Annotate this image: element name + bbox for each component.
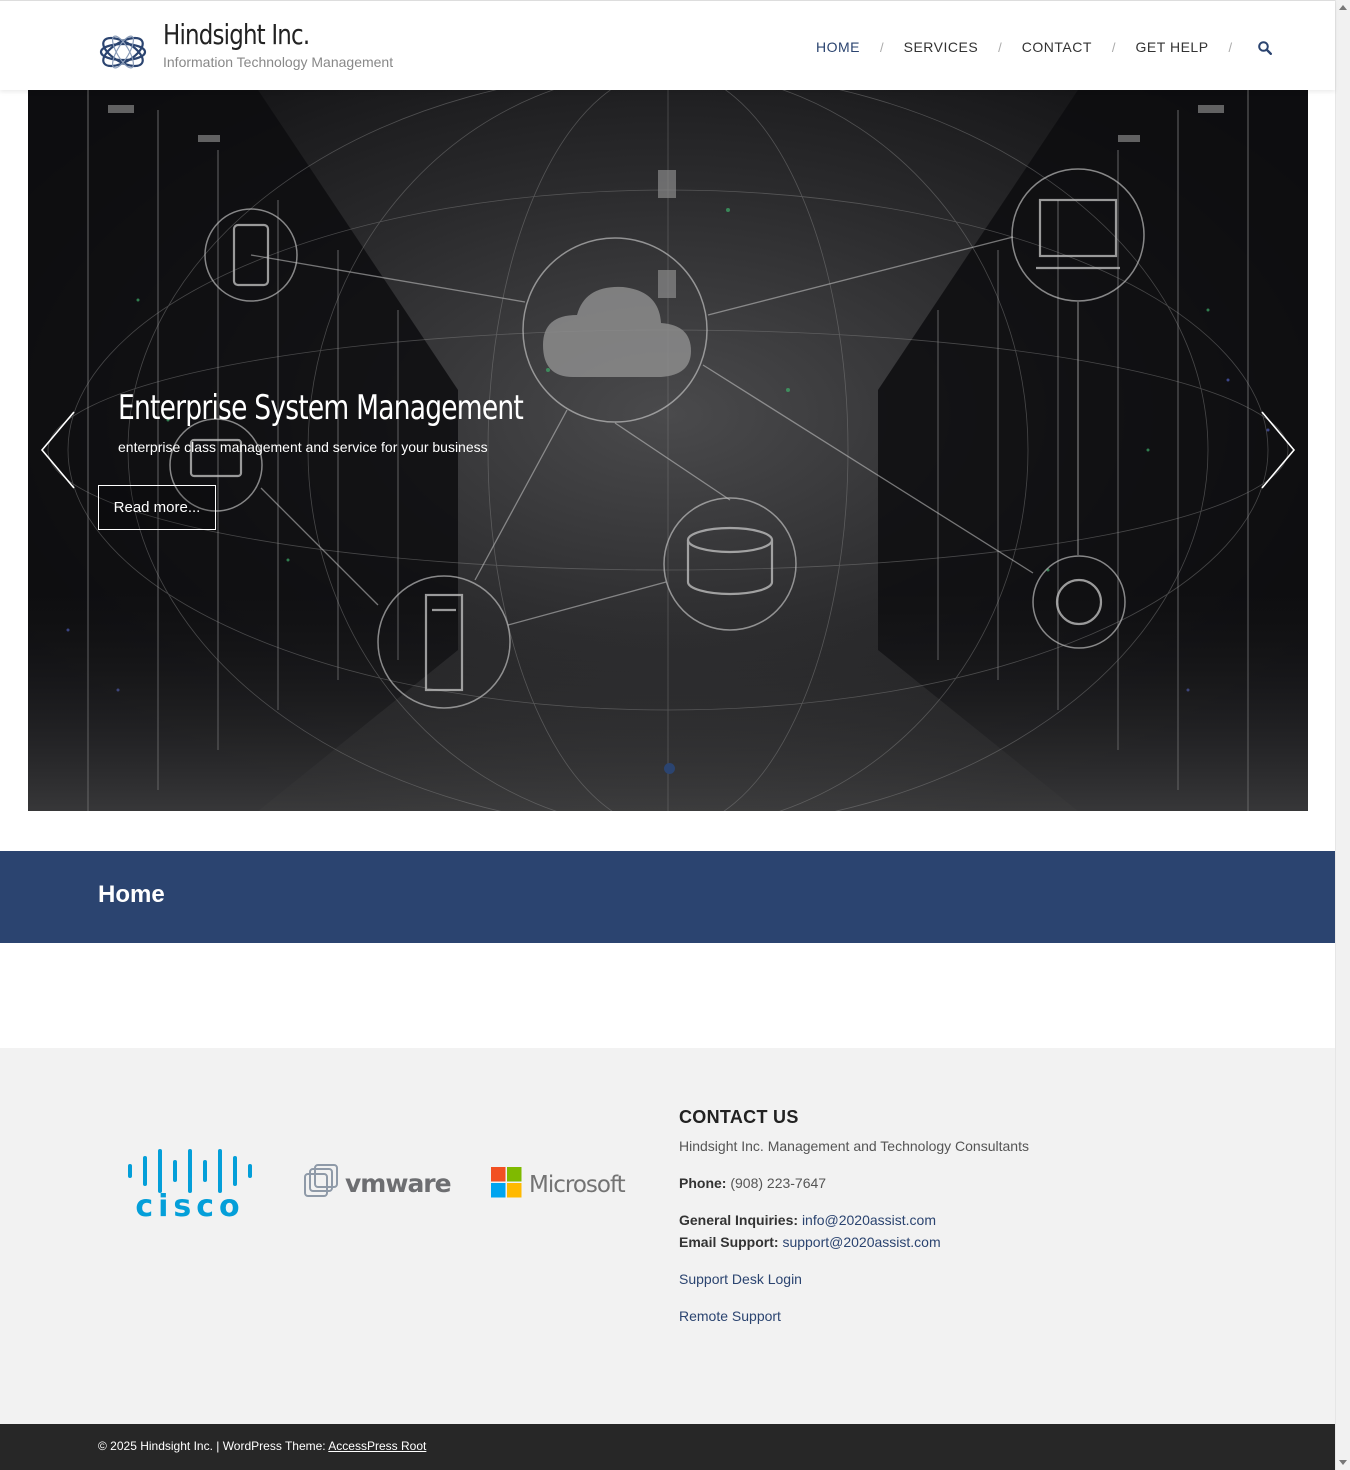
site-tagline: Information Technology Management [163, 54, 394, 70]
nav-separator: / [1111, 39, 1116, 55]
contact-heading: CONTACT US [679, 1107, 799, 1127]
chevron-right-icon[interactable] [1258, 410, 1298, 490]
phone-label: Phone: [679, 1175, 727, 1191]
email-support-line: Email Support: support@2020assist.com [679, 1234, 941, 1250]
vmware-logo: vmware [304, 1164, 452, 1198]
page: Hindsight Inc. Information Technology Ma… [0, 0, 1335, 1470]
hero-slider: Enterprise System Management enterprise … [28, 90, 1308, 811]
copyright-line: © 2025 Hindsight Inc. | WordPress Theme:… [98, 1439, 426, 1453]
email-support-label: Email Support: [679, 1234, 779, 1250]
nav-services[interactable]: SERVICES [904, 39, 979, 55]
nav-separator: / [998, 39, 1002, 55]
vertical-scrollbar[interactable] [1335, 0, 1350, 1470]
chevron-left-icon[interactable] [38, 410, 78, 490]
microsoft-logo-text: Microsoft [529, 1172, 626, 1198]
search-icon[interactable] [1258, 40, 1273, 55]
footer-widgets [0, 1048, 1335, 1424]
nav-contact[interactable]: CONTACT [1022, 39, 1092, 55]
nav-home[interactable]: HOME [816, 39, 860, 55]
page-title-band: Home [0, 851, 1335, 943]
page-title: Home [98, 881, 165, 908]
slide-description: enterprise class management and service … [118, 439, 488, 455]
slide-title: Enterprise System Management [118, 388, 524, 428]
nav-separator: / [1228, 39, 1233, 55]
cisco-logo-text: cisco [135, 1189, 244, 1220]
phone-number: (908) 223-7647 [730, 1175, 827, 1191]
phone-line: Phone: (908) 223-7647 [679, 1175, 826, 1191]
nav-get-help[interactable]: GET HELP [1136, 39, 1209, 55]
scroll-down-icon[interactable] [1339, 1460, 1347, 1465]
microsoft-logo: Microsoft [491, 1167, 627, 1198]
support-desk-login-link[interactable]: Support Desk Login [679, 1271, 802, 1287]
general-inquiries-line: General Inquiries: info@2020assist.com [679, 1212, 936, 1228]
theme-link[interactable]: AccessPress Root [328, 1439, 426, 1453]
company-logo-icon[interactable] [98, 25, 148, 75]
general-email-link[interactable]: info@2020assist.com [802, 1212, 936, 1228]
vmware-logo-text: vmware [345, 1169, 451, 1198]
cisco-logo: cisco [128, 1149, 252, 1220]
site-title[interactable]: Hindsight Inc. [163, 18, 310, 51]
general-inquiries-label: General Inquiries: [679, 1212, 799, 1228]
main-nav: HOME / SERVICES / CONTACT / GET HELP / [816, 39, 1273, 55]
support-email-link[interactable]: support@2020assist.com [782, 1234, 940, 1250]
remote-support-link[interactable]: Remote Support [679, 1308, 781, 1324]
slider-pager-dot[interactable] [664, 763, 675, 774]
scroll-up-icon[interactable] [1339, 5, 1347, 10]
company-description: Hindsight Inc. Management and Technology… [679, 1138, 1029, 1154]
site-footer: © 2025 Hindsight Inc. | WordPress Theme:… [0, 1424, 1335, 1470]
copyright-text: © 2025 Hindsight Inc. | WordPress Theme: [98, 1439, 329, 1453]
site-header: Hindsight Inc. Information Technology Ma… [0, 0, 1335, 90]
nav-separator: / [880, 39, 884, 55]
read-more-button[interactable]: Read more... [98, 485, 216, 530]
